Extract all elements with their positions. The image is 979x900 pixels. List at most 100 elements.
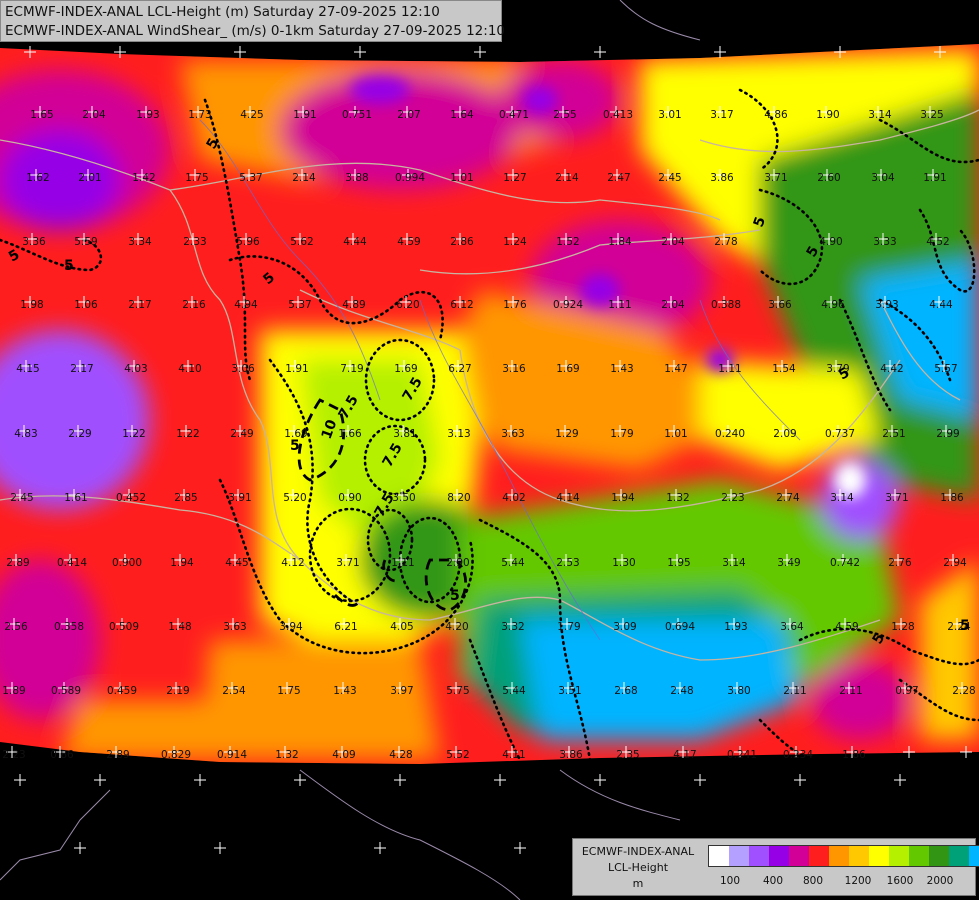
windshear-value: 1.62: [26, 172, 49, 184]
windshear-value: 2.11: [839, 685, 862, 697]
windshear-value: 0.86: [50, 749, 74, 761]
windshear-value: 4.25: [240, 109, 263, 121]
windshear-value: 8.20: [447, 492, 470, 504]
windshear-value: 4.11: [502, 749, 525, 761]
legend-swatch: [849, 846, 869, 866]
windshear-value: 2.17: [128, 299, 151, 311]
legend-tick-label: 400: [762, 875, 784, 887]
windshear-value: 3.32: [501, 621, 524, 633]
windshear-value: 1.66: [338, 428, 362, 440]
windshear-value: 3.17: [710, 109, 733, 121]
windshear-value: 2.53: [556, 557, 579, 569]
legend-tick-label: 800: [802, 875, 824, 887]
windshear-value: 5.52: [446, 749, 469, 761]
windshear-value: 1.61: [64, 492, 87, 504]
color-legend: ECMWF-INDEX-ANAL LCL-Height m 100 400 800 1…: [572, 838, 979, 896]
windshear-value: 2.35: [616, 749, 639, 761]
windshear-value: 2.74: [776, 492, 800, 504]
legend-swatch: [749, 846, 769, 866]
windshear-value: 4.09: [332, 749, 355, 761]
windshear-value: 2.90: [446, 557, 469, 569]
windshear-value: 0.459: [107, 685, 137, 697]
windshear-value: 0.240: [715, 428, 745, 440]
windshear-value: 1.47: [664, 363, 687, 375]
windshear-value: 4.05: [390, 621, 413, 633]
windshear-value: 0.241: [727, 749, 757, 761]
windshear-value: 2.68: [614, 685, 637, 697]
title-line-2: ECMWF-INDEX-ANAL WindShear_ (m/s) 0-1km …: [5, 23, 505, 39]
windshear-value: 2.48: [670, 685, 693, 697]
windshear-value: 2.78: [714, 236, 737, 248]
windshear-value: 2.23: [721, 492, 744, 504]
windshear-value: 1.65: [30, 109, 53, 121]
legend-swatch: [769, 846, 789, 866]
windshear-value: 4.90: [819, 236, 842, 248]
windshear-value: 3.97: [390, 685, 413, 697]
windshear-value: 0.97: [895, 685, 918, 697]
legend-tick-label: 1200: [844, 875, 872, 887]
windshear-value: 1.32: [666, 492, 689, 504]
windshear-value: 1.94: [611, 492, 635, 504]
windshear-value: 3.80: [727, 685, 750, 697]
windshear-value: 1.64: [450, 109, 474, 121]
windshear-value: 1.69: [556, 363, 579, 375]
windshear-value: 3.14: [830, 492, 854, 504]
windshear-value: 1.89: [2, 685, 25, 697]
windshear-value: 4.14: [556, 492, 580, 504]
windshear-value: 1.93: [136, 109, 159, 121]
windshear-value: 2.89: [6, 557, 29, 569]
windshear-value: 1.95: [667, 557, 690, 569]
windshear-value: 3.06: [231, 363, 255, 375]
windshear-value: 5.96: [236, 236, 260, 248]
windshear-value: 2.47: [607, 172, 630, 184]
legend-swatch: [789, 846, 809, 866]
windshear-value: 4.59: [835, 621, 858, 633]
legend-swatch: [909, 846, 929, 866]
windshear-value: 1.84: [608, 236, 632, 248]
windshear-value: 0.994: [395, 172, 425, 184]
windshear-value: 4.59: [397, 236, 420, 248]
windshear-value: 4.89: [342, 299, 365, 311]
windshear-value: 3.13: [447, 428, 470, 440]
windshear-value: 6.12: [450, 299, 473, 311]
windshear-value: 4.44: [343, 236, 367, 248]
windshear-value: 1.90: [816, 109, 839, 121]
legend-swatch: [969, 846, 979, 866]
legend-swatch: [809, 846, 829, 866]
windshear-value: 3.71: [764, 172, 787, 184]
lcl-height-map: 1.65 2.04 1.93 1.73 4.25 1.91 0.751 2.07 1.64 0.4…: [0, 0, 979, 900]
windshear-value: 2.51: [882, 428, 905, 440]
windshear-value: 1.22: [176, 428, 199, 440]
windshear-value: 3.64: [780, 621, 804, 633]
windshear-value: 6.21: [334, 621, 357, 633]
windshear-value: 1.11: [608, 299, 631, 311]
legend-swatch: [869, 846, 889, 866]
windshear-value: 5.37: [288, 299, 311, 311]
windshear-value: 1.75: [277, 685, 300, 697]
windshear-value: 4.20: [445, 621, 468, 633]
windshear-value: 2.76: [888, 557, 912, 569]
windshear-value: 3.04: [871, 172, 895, 184]
legend-tick-label: 2000: [926, 875, 954, 887]
windshear-value: 0.589: [51, 685, 81, 697]
windshear-value: 3.88: [345, 172, 368, 184]
windshear-value: 2.94: [943, 557, 967, 569]
windshear-value: 4.28: [389, 749, 412, 761]
windshear-value: 4.15: [16, 363, 39, 375]
windshear-value: 1.01: [450, 172, 473, 184]
map-title-box: ECMWF-INDEX-ANAL LCL-Height (m) Saturday…: [0, 0, 505, 42]
windshear-value: 5.75: [446, 685, 469, 697]
windshear-value: 0.358: [54, 621, 84, 633]
windshear-value: 3.51: [558, 685, 581, 697]
windshear-value: 3.14: [868, 109, 892, 121]
windshear-value: 3.86: [559, 749, 583, 761]
windshear-value: 3.93: [875, 299, 898, 311]
windshear-value: 1.91: [923, 172, 946, 184]
windshear-value: 5.59: [74, 236, 97, 248]
windshear-value: 0.694: [665, 621, 695, 633]
windshear-value: 5.62: [290, 236, 313, 248]
windshear-value: 3.63: [501, 428, 524, 440]
windshear-value: 2.01: [78, 172, 101, 184]
windshear-value: 5.37: [239, 172, 262, 184]
windshear-value: 1.06: [74, 299, 98, 311]
